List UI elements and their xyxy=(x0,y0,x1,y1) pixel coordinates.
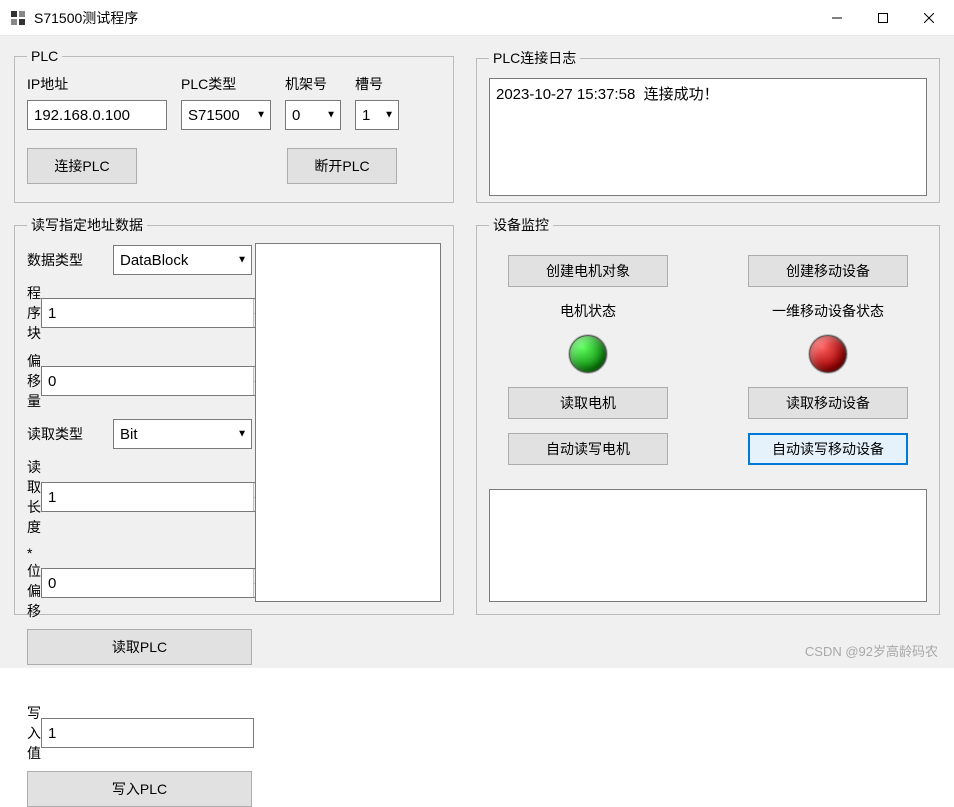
readlen-stepper[interactable]: ▲▼ xyxy=(41,482,272,512)
create-device-button[interactable]: 创建移动设备 xyxy=(748,255,908,287)
offset-label: 偏移量 xyxy=(27,351,41,411)
writeval-label: 写入值 xyxy=(27,703,41,763)
device-status-led xyxy=(809,335,847,373)
datatype-select[interactable]: DataBlock▼ xyxy=(113,245,252,275)
chevron-down-icon: ▼ xyxy=(384,110,394,121)
chevron-down-icon: ▼ xyxy=(256,110,266,121)
motor-status-label: 电机状态 xyxy=(560,301,616,321)
monitor-group: 设备监控 创建电机对象 电机状态 读取电机 自动读写电机 创建移动设备 一维移动… xyxy=(476,215,940,615)
write-plc-button[interactable]: 写入PLC xyxy=(27,771,252,807)
chevron-down-icon: ▼ xyxy=(326,110,336,121)
read-device-button[interactable]: 读取移动设备 xyxy=(748,387,908,419)
bitoffset-label: *位偏移 xyxy=(27,545,41,621)
device-status-label: 一维移动设备状态 xyxy=(772,301,884,321)
chevron-down-icon: ▼ xyxy=(237,429,247,440)
datatype-label: 数据类型 xyxy=(27,250,113,270)
readwrite-output[interactable] xyxy=(255,243,441,602)
app-icon xyxy=(10,10,26,26)
plc-type-label: PLC类型 xyxy=(181,74,271,94)
plc-log-legend: PLC连接日志 xyxy=(489,48,580,68)
rack-select[interactable]: 0▼ xyxy=(285,100,341,130)
slot-select[interactable]: 1▼ xyxy=(355,100,399,130)
readtype-label: 读取类型 xyxy=(27,424,113,444)
minimize-button[interactable] xyxy=(814,0,860,35)
maximize-button[interactable] xyxy=(860,0,906,35)
plc-log-group: PLC连接日志 2023-10-27 15:37:58 连接成功！ xyxy=(476,48,940,203)
monitor-legend: 设备监控 xyxy=(489,215,553,235)
readwrite-legend: 读写指定地址数据 xyxy=(27,215,147,235)
plc-type-select[interactable]: S71500▼ xyxy=(181,100,271,130)
connect-plc-button[interactable]: 连接PLC xyxy=(27,148,137,184)
plc-group: PLC IP地址 PLC类型 S71500▼ 机架号 0▼ xyxy=(14,48,454,203)
watermark: CSDN @92岁高龄码农 xyxy=(805,641,938,660)
plc-log-textarea[interactable]: 2023-10-27 15:37:58 连接成功！ xyxy=(489,78,927,196)
slot-label: 槽号 xyxy=(355,74,399,94)
auto-device-button[interactable]: 自动读写移动设备 xyxy=(748,433,908,465)
readlen-label: 读取长度 xyxy=(27,457,41,537)
window-title: S71500测试程序 xyxy=(34,8,814,28)
rack-label: 机架号 xyxy=(285,74,341,94)
titlebar: S71500测试程序 xyxy=(0,0,954,36)
ip-label: IP地址 xyxy=(27,74,167,94)
bitoffset-stepper[interactable]: ▲▼ xyxy=(41,568,272,598)
plc-legend: PLC xyxy=(27,48,62,64)
motor-status-led xyxy=(569,335,607,373)
auto-motor-button[interactable]: 自动读写电机 xyxy=(508,433,668,465)
create-motor-button[interactable]: 创建电机对象 xyxy=(508,255,668,287)
offset-stepper[interactable]: ▲▼ xyxy=(41,366,272,396)
read-motor-button[interactable]: 读取电机 xyxy=(508,387,668,419)
readwrite-group: 读写指定地址数据 数据类型 DataBlock▼ 程序块 ▲▼ 偏移量 ▲▼ xyxy=(14,215,454,615)
monitor-output[interactable] xyxy=(489,489,927,602)
read-plc-button[interactable]: 读取PLC xyxy=(27,629,252,665)
block-label: 程序块 xyxy=(27,283,41,343)
writeval-input[interactable] xyxy=(41,718,254,748)
readtype-select[interactable]: Bit▼ xyxy=(113,419,252,449)
block-stepper[interactable]: ▲▼ xyxy=(41,298,272,328)
ip-input[interactable] xyxy=(27,100,167,130)
disconnect-plc-button[interactable]: 断开PLC xyxy=(287,148,397,184)
chevron-down-icon: ▼ xyxy=(237,255,247,266)
close-button[interactable] xyxy=(906,0,952,35)
